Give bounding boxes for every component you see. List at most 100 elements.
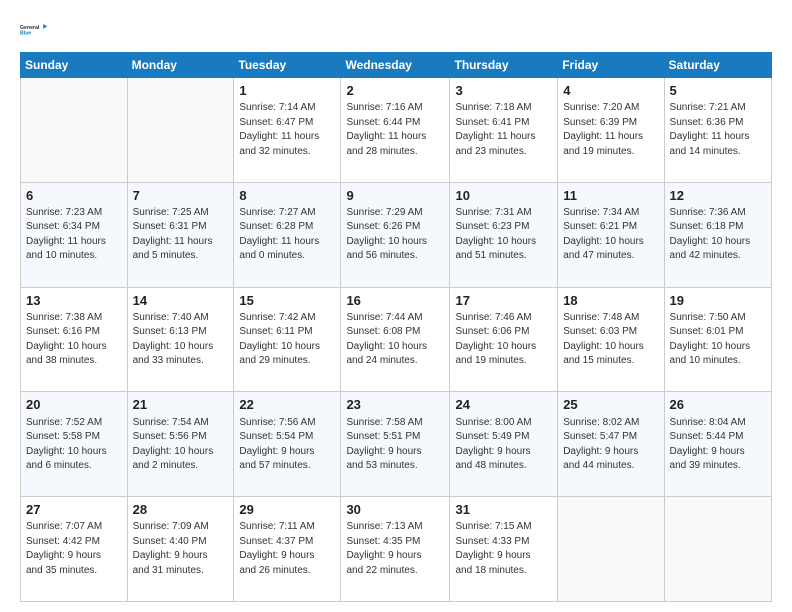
day-info: Sunrise: 7:40 AM Sunset: 6:13 PM Dayligh…: [133, 311, 229, 369]
day-info: Sunrise: 7:58 AM Sunset: 5:51 PM Dayligh…: [346, 416, 444, 474]
day-info: Sunrise: 7:16 AM Sunset: 6:44 PM Dayligh…: [346, 101, 444, 159]
day-number: 27: [26, 501, 122, 519]
calendar-week-2: 6Sunrise: 7:23 AM Sunset: 6:34 PM Daylig…: [21, 182, 772, 287]
calendar-cell: 13Sunrise: 7:38 AM Sunset: 6:16 PM Dayli…: [21, 287, 128, 392]
day-info: Sunrise: 7:36 AM Sunset: 6:18 PM Dayligh…: [670, 206, 766, 264]
day-info: Sunrise: 7:38 AM Sunset: 6:16 PM Dayligh…: [26, 311, 122, 369]
calendar-week-3: 13Sunrise: 7:38 AM Sunset: 6:16 PM Dayli…: [21, 287, 772, 392]
day-number: 20: [26, 396, 122, 414]
weekday-header-monday: Monday: [127, 53, 234, 78]
calendar-cell: 28Sunrise: 7:09 AM Sunset: 4:40 PM Dayli…: [127, 497, 234, 602]
day-info: Sunrise: 8:00 AM Sunset: 5:49 PM Dayligh…: [455, 416, 552, 474]
calendar-cell: 19Sunrise: 7:50 AM Sunset: 6:01 PM Dayli…: [664, 287, 771, 392]
calendar-cell: 29Sunrise: 7:11 AM Sunset: 4:37 PM Dayli…: [234, 497, 341, 602]
day-number: 30: [346, 501, 444, 519]
calendar-cell: 4Sunrise: 7:20 AM Sunset: 6:39 PM Daylig…: [558, 78, 664, 183]
day-info: Sunrise: 7:07 AM Sunset: 4:42 PM Dayligh…: [26, 520, 122, 578]
day-info: Sunrise: 7:34 AM Sunset: 6:21 PM Dayligh…: [563, 206, 658, 264]
calendar-cell: 31Sunrise: 7:15 AM Sunset: 4:33 PM Dayli…: [450, 497, 558, 602]
calendar-cell: 18Sunrise: 7:48 AM Sunset: 6:03 PM Dayli…: [558, 287, 664, 392]
calendar-cell: [21, 78, 128, 183]
day-number: 21: [133, 396, 229, 414]
day-info: Sunrise: 7:13 AM Sunset: 4:35 PM Dayligh…: [346, 520, 444, 578]
calendar-cell: 3Sunrise: 7:18 AM Sunset: 6:41 PM Daylig…: [450, 78, 558, 183]
day-number: 19: [670, 292, 766, 310]
calendar-cell: 27Sunrise: 7:07 AM Sunset: 4:42 PM Dayli…: [21, 497, 128, 602]
svg-text:General: General: [20, 25, 40, 31]
calendar-cell: 15Sunrise: 7:42 AM Sunset: 6:11 PM Dayli…: [234, 287, 341, 392]
day-number: 5: [670, 82, 766, 100]
day-number: 16: [346, 292, 444, 310]
day-number: 28: [133, 501, 229, 519]
day-info: Sunrise: 7:14 AM Sunset: 6:47 PM Dayligh…: [239, 101, 335, 159]
logo-icon: General Blue: [20, 16, 48, 44]
day-number: 3: [455, 82, 552, 100]
day-info: Sunrise: 7:52 AM Sunset: 5:58 PM Dayligh…: [26, 416, 122, 474]
weekday-header-tuesday: Tuesday: [234, 53, 341, 78]
calendar-week-4: 20 Sunrise: 7:52 AM Sunset: 5:58 PM Dayli…: [21, 392, 772, 497]
calendar-cell: 14Sunrise: 7:40 AM Sunset: 6:13 PM Dayli…: [127, 287, 234, 392]
day-number: 14: [133, 292, 229, 310]
logo: General Blue: [20, 16, 48, 44]
page-header: General Blue: [20, 16, 772, 44]
day-info: Sunrise: 7:31 AM Sunset: 6:23 PM Dayligh…: [455, 206, 552, 264]
day-number: 10: [455, 187, 552, 205]
day-info: Sunrise: 7:15 AM Sunset: 4:33 PM Dayligh…: [455, 520, 552, 578]
day-info: Sunrise: 7:29 AM Sunset: 6:26 PM Dayligh…: [346, 206, 444, 264]
day-info: Sunrise: 7:50 AM Sunset: 6:01 PM Dayligh…: [670, 311, 766, 369]
day-info: Sunrise: 7:27 AM Sunset: 6:28 PM Dayligh…: [239, 206, 335, 264]
day-number: 29: [239, 501, 335, 519]
day-number: 9: [346, 187, 444, 205]
calendar-cell: 9Sunrise: 7:29 AM Sunset: 6:26 PM Daylig…: [341, 182, 450, 287]
day-number: 22: [239, 396, 335, 414]
weekday-header-friday: Friday: [558, 53, 664, 78]
day-number: 4: [563, 82, 658, 100]
day-info: Sunrise: 7:42 AM Sunset: 6:11 PM Dayligh…: [239, 311, 335, 369]
calendar-cell: 21 Sunrise: 7:54 AM Sunset: 5:56 PM Dayli…: [127, 392, 234, 497]
day-info: Sunrise: 7:56 AM Sunset: 5:54 PM Dayligh…: [239, 416, 335, 474]
calendar-cell: 24 Sunrise: 8:00 AM Sunset: 5:49 PM Dayli…: [450, 392, 558, 497]
calendar-cell: 17Sunrise: 7:46 AM Sunset: 6:06 PM Dayli…: [450, 287, 558, 392]
day-info: Sunrise: 8:02 AM Sunset: 5:47 PM Dayligh…: [563, 416, 658, 474]
day-number: 24: [455, 396, 552, 414]
calendar-cell: 23 Sunrise: 7:58 AM Sunset: 5:51 PM Dayli…: [341, 392, 450, 497]
calendar-table: SundayMondayTuesdayWednesdayThursdayFrid…: [20, 52, 772, 602]
day-info: Sunrise: 7:48 AM Sunset: 6:03 PM Dayligh…: [563, 311, 658, 369]
calendar-cell: 7Sunrise: 7:25 AM Sunset: 6:31 PM Daylig…: [127, 182, 234, 287]
weekday-header-wednesday: Wednesday: [341, 53, 450, 78]
day-info: Sunrise: 8:04 AM Sunset: 5:44 PM Dayligh…: [670, 416, 766, 474]
day-number: 8: [239, 187, 335, 205]
day-number: 31: [455, 501, 552, 519]
weekday-header-thursday: Thursday: [450, 53, 558, 78]
day-info: Sunrise: 7:18 AM Sunset: 6:41 PM Dayligh…: [455, 101, 552, 159]
day-number: 13: [26, 292, 122, 310]
day-info: Sunrise: 7:46 AM Sunset: 6:06 PM Dayligh…: [455, 311, 552, 369]
calendar-cell: 20 Sunrise: 7:52 AM Sunset: 5:58 PM Dayli…: [21, 392, 128, 497]
day-info: Sunrise: 7:44 AM Sunset: 6:08 PM Dayligh…: [346, 311, 444, 369]
weekday-header-saturday: Saturday: [664, 53, 771, 78]
calendar-cell: 22 Sunrise: 7:56 AM Sunset: 5:54 PM Dayli…: [234, 392, 341, 497]
day-number: 2: [346, 82, 444, 100]
day-number: 23: [346, 396, 444, 414]
day-info: Sunrise: 7:21 AM Sunset: 6:36 PM Dayligh…: [670, 101, 766, 159]
calendar-cell: 25 Sunrise: 8:02 AM Sunset: 5:47 PM Dayli…: [558, 392, 664, 497]
calendar-cell: 11Sunrise: 7:34 AM Sunset: 6:21 PM Dayli…: [558, 182, 664, 287]
day-number: 26: [670, 396, 766, 414]
day-number: 1: [239, 82, 335, 100]
calendar-cell: 6Sunrise: 7:23 AM Sunset: 6:34 PM Daylig…: [21, 182, 128, 287]
day-number: 7: [133, 187, 229, 205]
weekday-header-sunday: Sunday: [21, 53, 128, 78]
calendar-cell: 26 Sunrise: 8:04 AM Sunset: 5:44 PM Dayli…: [664, 392, 771, 497]
calendar-cell: 2Sunrise: 7:16 AM Sunset: 6:44 PM Daylig…: [341, 78, 450, 183]
calendar-header-row: SundayMondayTuesdayWednesdayThursdayFrid…: [21, 53, 772, 78]
day-number: 25: [563, 396, 658, 414]
day-info: Sunrise: 7:54 AM Sunset: 5:56 PM Dayligh…: [133, 416, 229, 474]
day-info: Sunrise: 7:20 AM Sunset: 6:39 PM Dayligh…: [563, 101, 658, 159]
svg-text:Blue: Blue: [20, 30, 31, 36]
day-info: Sunrise: 7:11 AM Sunset: 4:37 PM Dayligh…: [239, 520, 335, 578]
day-number: 15: [239, 292, 335, 310]
day-info: Sunrise: 7:23 AM Sunset: 6:34 PM Dayligh…: [26, 206, 122, 264]
calendar-cell: [127, 78, 234, 183]
day-number: 12: [670, 187, 766, 205]
calendar-cell: [664, 497, 771, 602]
